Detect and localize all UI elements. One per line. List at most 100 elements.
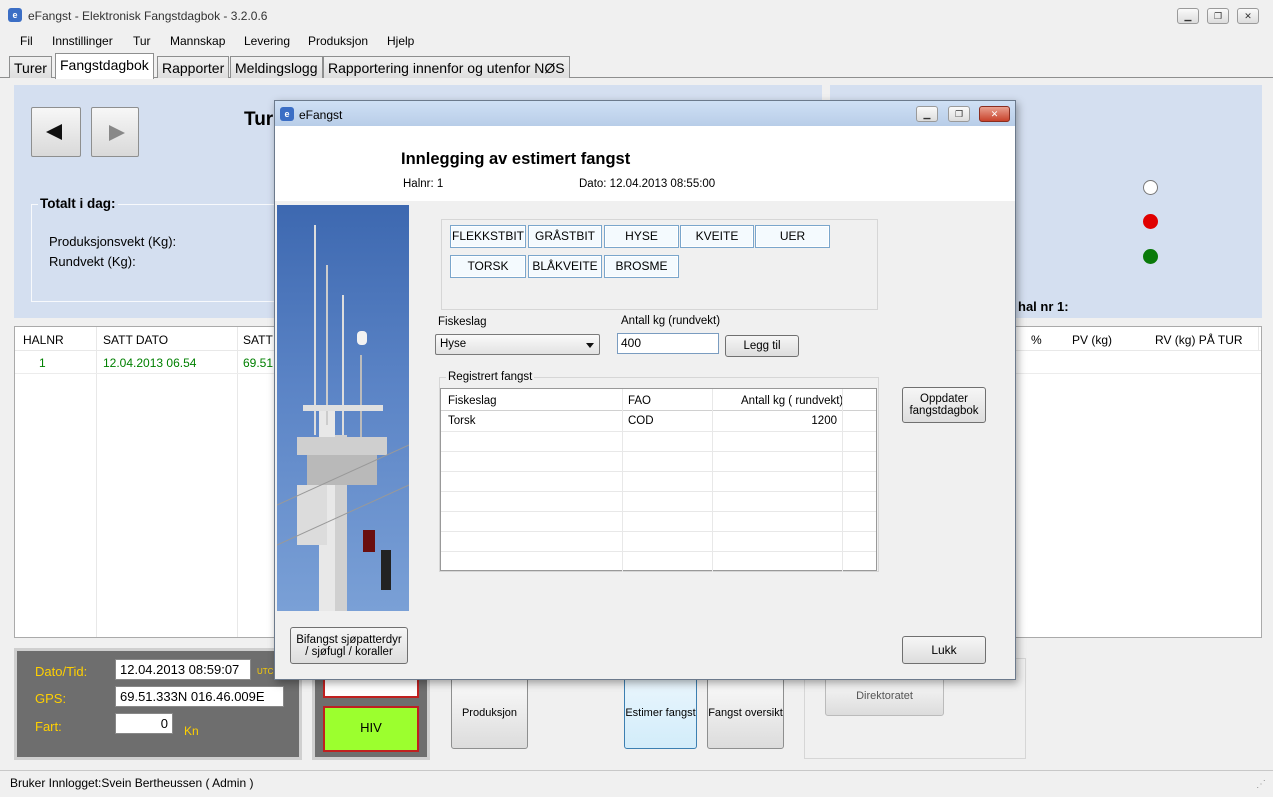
col-fiskeslag[interactable]: Fiskeslag xyxy=(448,395,497,407)
produksjon-button[interactable]: Produksjon xyxy=(451,676,528,749)
dialog-heading: Innlegging av estimert fangst xyxy=(401,150,631,168)
resize-grip-icon[interactable]: ⋰ xyxy=(1256,779,1266,790)
menu-innstillinger[interactable]: Innstillinger xyxy=(52,34,113,48)
table-row-line xyxy=(441,431,876,432)
col-rv-tur[interactable]: RV (kg) PÅ TUR xyxy=(1155,333,1243,347)
fish-button-brosme[interactable]: BROSME xyxy=(604,255,679,278)
dato-label: Dato: 12.04.2013 08:55:00 xyxy=(579,178,716,190)
bifangst-button[interactable]: Bifangst sjøpatterdyr / sjøfugl / korall… xyxy=(290,627,408,664)
dialog-titlebar: e eFangst ▁ ❐ ✕ xyxy=(275,101,1015,126)
status-bar: Bruker Innlogget:Svein Bertheussen ( Adm… xyxy=(0,770,1273,797)
fangst-oversikt-button[interactable]: Fangst oversikt xyxy=(707,676,784,749)
chevron-down-icon xyxy=(586,343,594,348)
legg-til-button[interactable]: Legg til xyxy=(725,335,799,357)
fish-button-hyse[interactable]: HYSE xyxy=(604,225,679,248)
table-row-line xyxy=(441,451,876,452)
fish-button-uer[interactable]: UER xyxy=(755,225,830,248)
table-row-line xyxy=(441,511,876,512)
antall-input[interactable]: 400 xyxy=(617,333,719,354)
totals-group xyxy=(31,204,291,302)
gps-field[interactable]: 69.51.333N 016.46.009E xyxy=(115,686,284,707)
tab-fangstdagbok[interactable]: Fangstdagbok xyxy=(55,53,154,79)
mast-image xyxy=(277,205,409,611)
window-title: eFangst - Elektronisk Fangstdagbok - 3.2… xyxy=(28,9,268,23)
maximize-icon[interactable]: ❐ xyxy=(1207,8,1229,24)
tab-meldingslogg[interactable]: Meldingslogg xyxy=(230,56,323,78)
fish-button-blaakveite[interactable]: BLÅKVEITE xyxy=(528,255,602,278)
fiskeslag-select[interactable]: Hyse xyxy=(435,334,600,355)
col-percent[interactable]: % xyxy=(1031,333,1042,347)
next-button[interactable] xyxy=(91,107,139,157)
efangst-icon: e xyxy=(8,8,22,22)
dialog-title: eFangst xyxy=(299,108,343,122)
menu-levering[interactable]: Levering xyxy=(244,34,290,48)
rundvekt-label: Rundvekt (Kg): xyxy=(49,254,136,269)
window-titlebar: e eFangst - Elektronisk Fangstdagbok - 3… xyxy=(0,0,1273,32)
efangst-icon: e xyxy=(280,107,294,121)
cell-antall: 1200 xyxy=(811,415,837,427)
produksjonsvekt-label: Produksjonsvekt (Kg): xyxy=(49,234,177,249)
fiskeslag-label: Fiskeslag xyxy=(438,316,487,328)
status-light-white xyxy=(1143,180,1158,195)
col-pv[interactable]: PV (kg) xyxy=(1072,333,1112,347)
fish-button-group: FLEKKSTBIT GRÅSTBIT HYSE KVEITE UER TORS… xyxy=(441,219,878,310)
halnr-label: Halnr: 1 xyxy=(403,178,444,190)
close-icon[interactable]: ✕ xyxy=(1237,8,1259,24)
dialog-close-icon[interactable]: ✕ xyxy=(979,106,1010,122)
menu-hjelp[interactable]: Hjelp xyxy=(387,34,414,48)
menu-mannskap[interactable]: Mannskap xyxy=(170,34,225,48)
totals-title: Totalt i dag: xyxy=(38,196,118,211)
status-light-red xyxy=(1143,214,1158,229)
table-row-line xyxy=(441,531,876,532)
prev-button[interactable] xyxy=(31,107,81,157)
fish-button-graastbit[interactable]: GRÅSTBIT xyxy=(528,225,602,248)
direktoratet-button[interactable]: Direktoratet xyxy=(825,675,944,716)
fiskeslag-value: Hyse xyxy=(440,338,467,350)
cell-halnr: 1 xyxy=(39,356,46,370)
cell-fiskeslag: Torsk xyxy=(448,415,476,427)
table-row-line xyxy=(441,491,876,492)
col-fao[interactable]: FAO xyxy=(628,395,651,407)
menu-bar: Fil Innstillinger Tur Mannskap Levering … xyxy=(0,32,1273,53)
logged-in-user: Bruker Innlogget:Svein Bertheussen ( Adm… xyxy=(10,776,254,790)
dato-field[interactable]: 12.04.2013 08:59:07 xyxy=(115,659,251,680)
antall-label: Antall kg (rundvekt) xyxy=(621,315,721,327)
lukk-button[interactable]: Lukk xyxy=(902,636,986,664)
tab-strip: Turer Fangstdagbok Rapporter Meldingslog… xyxy=(0,53,1273,79)
menu-tur[interactable]: Tur xyxy=(133,34,151,48)
utc-label: UTC xyxy=(257,667,274,676)
fart-label: Fart: xyxy=(35,719,62,734)
hiv-button[interactable]: HIV xyxy=(323,706,419,752)
cell-satt-dato: 12.04.2013 06.54 xyxy=(103,356,197,370)
table-row-line xyxy=(441,551,876,552)
dialog-maximize-icon[interactable]: ❐ xyxy=(948,106,970,122)
cell-fao: COD xyxy=(628,415,654,427)
fart-field[interactable]: 0 xyxy=(115,713,173,734)
col-satt-dato[interactable]: SATT DATO xyxy=(103,333,168,347)
oppdater-fangstdagbok-button[interactable]: Oppdater fangstdagbok xyxy=(902,387,986,423)
menu-fil[interactable]: Fil xyxy=(20,34,33,48)
fish-button-kveite[interactable]: KVEITE xyxy=(680,225,754,248)
tur-title: Tur xyxy=(244,109,274,130)
col-halnr[interactable]: HALNR xyxy=(23,333,64,347)
mast-illustration xyxy=(277,225,409,611)
col-satt[interactable]: SATT xyxy=(243,333,273,347)
registrert-label: Registrert fangst xyxy=(446,371,535,383)
menu-produksjon[interactable]: Produksjon xyxy=(308,34,368,48)
registrert-table[interactable]: Fiskeslag FAO Antall kg ( rundvekt) Tors… xyxy=(440,388,877,572)
tab-rapporter[interactable]: Rapporter xyxy=(157,56,230,78)
fish-button-flekkstbit[interactable]: FLEKKSTBIT xyxy=(450,225,526,248)
arrow-right-icon xyxy=(109,125,125,141)
minimize-icon[interactable]: ▁ xyxy=(1177,8,1199,24)
col-antall[interactable]: Antall kg ( rundvekt) xyxy=(741,395,843,407)
tab-rapportering-nos[interactable]: Rapportering innenfor og utenfor NØS xyxy=(323,56,570,78)
estimert-fangst-dialog: e eFangst ▁ ❐ ✕ Innlegging av estimert f… xyxy=(274,100,1016,680)
fish-button-torsk[interactable]: TORSK xyxy=(450,255,526,278)
gps-panel: Dato/Tid: 12.04.2013 08:59:07 UTC GPS: 6… xyxy=(14,648,302,760)
tab-turer[interactable]: Turer xyxy=(9,56,52,78)
cell-satt: 69.51 xyxy=(243,356,274,370)
fart-unit: Kn xyxy=(184,724,199,738)
estimer-fangst-button[interactable]: Estimer fangst xyxy=(624,676,697,749)
table-row[interactable]: Torsk COD 1200 xyxy=(441,411,876,431)
dialog-minimize-icon[interactable]: ▁ xyxy=(916,106,938,122)
